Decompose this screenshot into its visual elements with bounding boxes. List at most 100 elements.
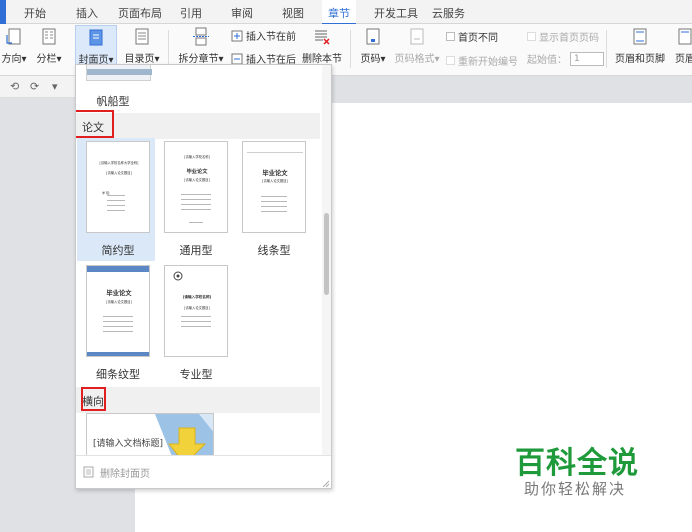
chevron-down-icon: ▾	[380, 54, 386, 65]
preview-line	[107, 195, 125, 196]
chevron-down-icon: ▾	[21, 54, 27, 65]
preview-line	[107, 200, 125, 201]
tab-developer[interactable]: 开发工具	[374, 5, 418, 21]
page-number-icon	[366, 28, 380, 45]
header-button[interactable]: 页眉	[670, 25, 692, 73]
preview-subtitle-2: [请输入论文题目]	[184, 178, 210, 182]
cover-page-gallery: 帆船型 论文 [请输入学校名称大学全称] [请输入论文题目] 学 院： 简约型 …	[75, 64, 332, 489]
cover-thumbnail-professional[interactable]: [请输入学校名称] [请输入论文题目]	[164, 265, 228, 357]
gallery-scrollbar-thumb[interactable]	[324, 213, 329, 295]
quick-access-bar: ⟲ ⟳ ▾	[0, 76, 75, 98]
header-footer-label: 页眉和页脚	[615, 54, 665, 65]
preview-line	[261, 196, 287, 197]
orientation-icon	[6, 28, 21, 45]
undo-icon[interactable]: ⟲	[10, 80, 19, 93]
preview-line	[103, 331, 133, 332]
gallery-footer: 删除封面页	[76, 455, 331, 488]
split-section-icon	[193, 27, 209, 46]
delete-section-icon	[315, 30, 330, 45]
preview-title: 毕业论文	[262, 170, 288, 178]
sailboat-cover-thumbnail[interactable]	[86, 65, 152, 81]
header-label: 页眉	[675, 54, 692, 65]
stripe-band	[87, 266, 149, 272]
cover-thumbnail-general[interactable]: [请输入学校名称] 毕业论文 [请输入论文题目]	[164, 141, 228, 233]
preview-line	[181, 204, 211, 205]
columns-label: 分栏	[36, 54, 57, 65]
page-number-format-icon	[410, 28, 424, 45]
preview-title: [请输入学校名称大学全称]	[99, 161, 139, 165]
preview-line	[247, 152, 303, 153]
header-icon	[678, 28, 692, 45]
tab-view[interactable]: 视图	[282, 5, 304, 21]
section-header-landscape: 横向	[76, 387, 320, 413]
resize-grip-icon[interactable]	[322, 480, 329, 487]
columns-icon	[42, 28, 56, 45]
gallery-scroll-area[interactable]: 帆船型 论文 [请输入学校名称大学全称] [请输入论文题目] 学 院： 简约型 …	[76, 65, 331, 455]
cover-thumbnail-line[interactable]: 毕业论文 [请输入论文题目]	[242, 141, 306, 233]
preview-line	[181, 199, 211, 200]
preview-title: [请输入文档标题]	[93, 439, 164, 449]
checkbox-box	[446, 32, 455, 41]
restart-numbering-checkbox[interactable]: 重新开始编号	[446, 53, 518, 68]
columns-button[interactable]: 分栏▾	[32, 25, 66, 73]
tab-insert[interactable]: 插入	[76, 5, 98, 21]
tab-section[interactable]: 章节	[322, 0, 356, 25]
cover-label-general: 通用型	[179, 244, 213, 257]
header-footer-icon	[633, 28, 647, 45]
preview-title: [请输入学校名称]	[184, 155, 210, 159]
stripe-band	[87, 352, 149, 356]
preview-line	[181, 209, 211, 210]
ribbon-separator	[350, 30, 351, 68]
watermark-title: 百科全说	[515, 446, 639, 481]
sailboat-preview-stripe	[87, 69, 152, 75]
preview-line	[189, 222, 203, 223]
start-value-input[interactable]: 1	[570, 51, 604, 66]
preview-line	[107, 210, 125, 211]
watermark-subtitle: 助你轻松解决	[524, 480, 627, 498]
tab-cloud[interactable]: 云服务	[432, 5, 465, 21]
tab-references[interactable]: 引用	[180, 5, 202, 21]
orientation-button[interactable]: 方向▾	[0, 25, 30, 73]
delete-cover-page-label: 删除封面页	[100, 468, 150, 480]
tab-page-layout[interactable]: 页面布局	[118, 5, 162, 21]
preview-line	[103, 321, 133, 322]
header-footer-button[interactable]: 页眉和页脚	[612, 25, 668, 73]
arrow-graphic-icon	[155, 414, 213, 455]
page-number-format-button[interactable]: 页码格式▾	[392, 25, 442, 73]
insert-after-icon	[231, 53, 243, 64]
cover-label-thin-stripe: 细条纹型	[96, 368, 140, 381]
highlight-box-thesis	[76, 110, 114, 138]
preview-line	[261, 201, 287, 202]
redo-icon[interactable]: ⟳	[30, 80, 39, 93]
tab-start[interactable]: 开始	[24, 5, 46, 21]
preview-line	[261, 206, 287, 207]
school-emblem-icon	[173, 271, 183, 281]
preview-line	[261, 211, 287, 212]
sailboat-cover-label: 帆船型	[96, 95, 130, 108]
highlight-box-landscape	[81, 387, 106, 411]
page-number-button[interactable]: 页码▾	[356, 25, 390, 73]
window-edge	[0, 0, 6, 24]
show-first-page-number-checkbox[interactable]: 显示首页页码	[527, 29, 599, 44]
preview-line	[181, 316, 211, 317]
delete-cover-page-button[interactable]: 删除封面页	[83, 463, 150, 481]
chevron-down-icon: ▾	[434, 54, 440, 65]
start-value-field[interactable]: 起始值： 1	[527, 51, 604, 66]
cover-thumbnail-landscape[interactable]: [请输入文档标题]	[86, 413, 214, 455]
insert-section-before-button[interactable]: 插入节在前	[231, 28, 296, 43]
delete-cover-icon	[83, 466, 94, 478]
first-page-different-label: 首页不同	[458, 33, 498, 44]
ribbon-separator	[168, 30, 169, 68]
preview-subtitle: [请输入论文题目]	[106, 300, 132, 304]
ribbon-separator	[606, 30, 607, 68]
preview-subtitle: [请输入论文题目]	[184, 306, 210, 310]
chevron-down-icon: ▾	[56, 54, 62, 65]
menu-bar: 开始 插入 页面布局 引用 审阅 视图 章节 开发工具 云服务	[0, 0, 692, 25]
quick-access-dropdown-icon[interactable]: ▾	[52, 80, 58, 93]
checkbox-box	[527, 32, 536, 41]
cover-thumbnail-simple[interactable]: [请输入学校名称大学全称] [请输入论文题目] 学 院：	[86, 141, 150, 233]
preview-title: [请输入学校名称]	[182, 295, 212, 300]
tab-review[interactable]: 审阅	[231, 5, 253, 21]
cover-thumbnail-thin-stripe[interactable]: 毕业论文 [请输入论文题目]	[86, 265, 150, 357]
first-page-different-checkbox[interactable]: 首页不同	[446, 29, 498, 44]
